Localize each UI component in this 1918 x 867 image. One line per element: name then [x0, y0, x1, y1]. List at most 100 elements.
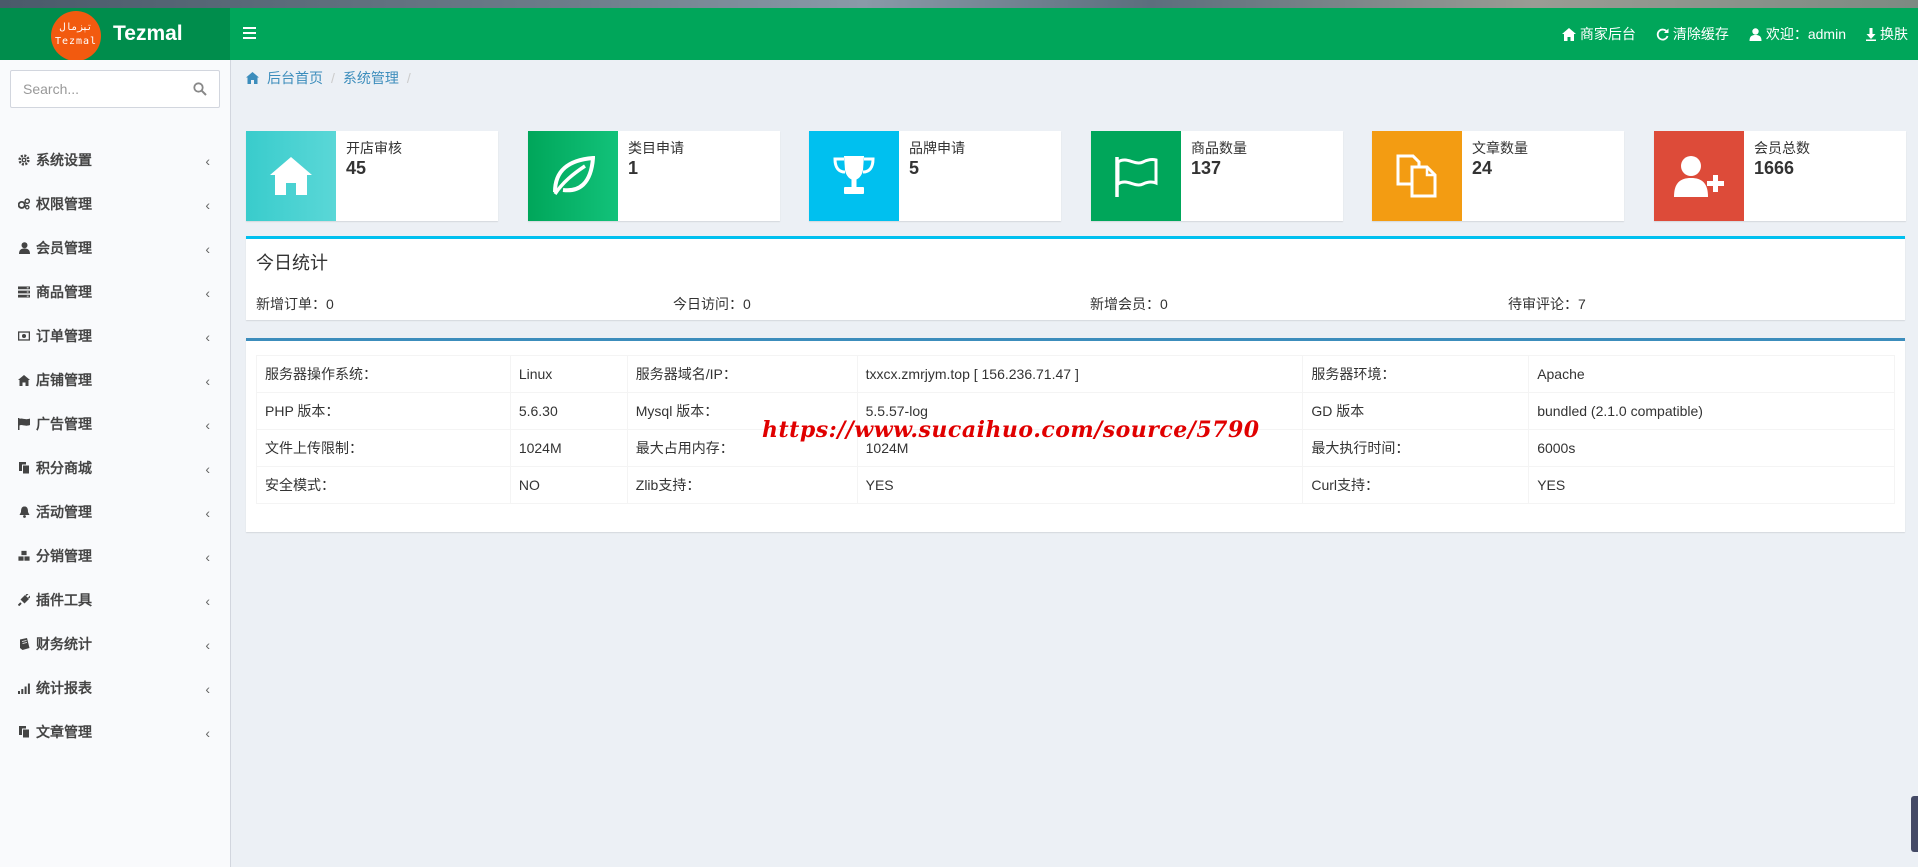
chevron-left-icon: ‹	[205, 593, 210, 609]
watermark-text: https://www.sucaihuo.com/source/5790	[762, 417, 1260, 443]
stat-new-orders: 新增订单：0	[256, 296, 334, 312]
sidebar-item-permissions[interactable]: 权限管理 ‹	[0, 182, 230, 226]
gears-icon	[18, 198, 30, 210]
table-cell-label: 服务器操作系统：	[256, 355, 511, 393]
sidebar-item-label: 活动管理	[36, 504, 92, 520]
info-box-label: 会员总数	[1754, 140, 1810, 156]
info-box-category-request[interactable]: 类目申请 1	[528, 131, 780, 221]
cubes-icon	[18, 550, 30, 562]
sidebar-item-finance[interactable]: 财务统计 ‹	[0, 622, 230, 666]
stat-new-members: 新增会员：0	[1090, 296, 1168, 312]
search-icon[interactable]	[193, 82, 207, 99]
sidebar-item-label: 系统设置	[36, 152, 92, 168]
home-icon	[246, 72, 259, 84]
info-box-number: 5	[909, 158, 920, 178]
sidebar-item-reports[interactable]: 统计报表 ‹	[0, 666, 230, 710]
info-box-label: 品牌申请	[909, 140, 965, 156]
chevron-left-icon: ‹	[205, 241, 210, 257]
breadcrumb-home-link[interactable]: 后台首页	[246, 68, 323, 88]
chevron-left-icon: ‹	[205, 417, 210, 433]
table-cell-label: Zlib支持：	[626, 466, 858, 504]
sidebar-item-plugin-tools[interactable]: 插件工具 ‹	[0, 578, 230, 622]
breadcrumb-separator: /	[406, 70, 411, 86]
sidebar-item-products[interactable]: 商品管理 ‹	[0, 270, 230, 314]
search-input[interactable]	[11, 71, 181, 107]
sidebar-item-members[interactable]: 会员管理 ‹	[0, 226, 230, 270]
table-row: 安全模式： NO Zlib支持： YES Curl支持： YES	[256, 466, 1895, 504]
flag-icon	[18, 418, 30, 430]
info-box-article-count[interactable]: 文章数量 24	[1372, 131, 1624, 221]
info-box-label: 文章数量	[1472, 140, 1528, 156]
info-box-number: 137	[1191, 158, 1222, 178]
sidebar-toggle-button[interactable]	[243, 24, 261, 44]
sidebar-item-label: 广告管理	[36, 416, 92, 432]
table-row: 服务器操作系统： Linux 服务器域名/IP： txxcx.zmrjym.to…	[256, 355, 1895, 393]
download-icon	[1866, 27, 1876, 41]
sidebar-item-system-settings[interactable]: 系统设置 ‹	[0, 138, 230, 182]
sidebar-item-points-mall[interactable]: 积分商城 ‹	[0, 446, 230, 490]
table-cell-value: Linux	[509, 355, 628, 393]
refresh-icon	[1656, 28, 1669, 40]
nav-change-skin-label: 换肤	[1880, 26, 1908, 42]
nav-user-welcome[interactable]: 欢迎：admin	[1739, 8, 1856, 60]
sidebar-item-activities[interactable]: 活动管理 ‹	[0, 490, 230, 534]
info-box-label: 开店审核	[346, 140, 402, 156]
sidebar: 系统设置 ‹ 权限管理 ‹ 会员管理 ‹ 商品管理 ‹ 订单管理 ‹ 店铺管理 …	[0, 60, 231, 867]
sidebar-item-orders[interactable]: 订单管理 ‹	[0, 314, 230, 358]
chevron-left-icon: ‹	[205, 725, 210, 741]
logo-badge-line2: Tezmal	[54, 36, 98, 47]
info-box-icon-bg	[1091, 131, 1181, 221]
nav-change-skin[interactable]: 换肤	[1856, 8, 1918, 60]
table-cell-value: NO	[509, 466, 628, 504]
table-cell-label: 文件上传限制：	[256, 429, 511, 467]
info-box-store-review[interactable]: 开店审核 45	[246, 131, 498, 221]
today-stats-title: 今日统计	[256, 253, 328, 273]
sidebar-item-label: 权限管理	[36, 196, 92, 212]
sidebar-item-stores[interactable]: 店铺管理 ‹	[0, 358, 230, 402]
chevron-left-icon: ‹	[205, 373, 210, 389]
table-cell-label: Curl支持：	[1302, 466, 1530, 504]
logo-text: Tezmal	[113, 22, 183, 45]
sidebar-item-label: 财务统计	[36, 636, 92, 652]
sidebar-item-label: 会员管理	[36, 240, 92, 256]
chevron-left-icon: ‹	[205, 681, 210, 697]
copy-icon	[18, 726, 30, 738]
logo-area[interactable]: تېزمال Tezmal Tezmal	[0, 8, 230, 61]
info-box-product-count[interactable]: 商品数量 137	[1091, 131, 1343, 221]
table-cell-label: 安全模式：	[256, 466, 511, 504]
table-cell-label: 最大执行时间：	[1302, 429, 1530, 467]
chevron-left-icon: ‹	[205, 549, 210, 565]
browser-tab-strip	[0, 0, 1918, 8]
info-box-icon-bg	[246, 131, 336, 221]
breadcrumb-system-link[interactable]: 系统管理	[343, 68, 399, 88]
money-icon	[18, 330, 30, 342]
info-box-label: 类目申请	[628, 140, 684, 156]
info-box-number: 24	[1472, 158, 1493, 178]
info-box-brand-request[interactable]: 品牌申请 5	[809, 131, 1061, 221]
server-icon	[18, 286, 30, 298]
sidebar-item-ads[interactable]: 广告管理 ‹	[0, 402, 230, 446]
side-floating-tab[interactable]	[1911, 796, 1918, 852]
sidebar-search	[10, 70, 220, 108]
info-box-number: 1	[628, 158, 639, 178]
chevron-left-icon: ‹	[205, 329, 210, 345]
user-icon	[18, 242, 30, 254]
table-cell-value: YES	[856, 466, 1304, 504]
nav-merchant-backend[interactable]: 商家后台	[1552, 8, 1646, 60]
stat-pending-reviews: 待审评论：7	[1508, 296, 1586, 312]
gear-icon	[18, 154, 30, 166]
chevron-left-icon: ‹	[205, 461, 210, 477]
chevron-left-icon: ‹	[205, 285, 210, 301]
sidebar-item-articles[interactable]: 文章管理 ‹	[0, 710, 230, 754]
sidebar-item-label: 订单管理	[36, 328, 92, 344]
user-icon	[1749, 27, 1762, 41]
table-cell-value: 6000s	[1528, 429, 1895, 467]
info-box-number: 1666	[1754, 158, 1795, 178]
sidebar-item-distribution[interactable]: 分销管理 ‹	[0, 534, 230, 578]
info-box-member-total[interactable]: 会员总数 1666	[1654, 131, 1906, 221]
home-icon	[18, 374, 30, 386]
home-icon	[1561, 27, 1576, 41]
nav-clear-cache[interactable]: 清除缓存	[1646, 8, 1739, 60]
stat-today-visits: 今日访问：0	[673, 296, 751, 312]
info-box-icon-bg	[528, 131, 618, 221]
